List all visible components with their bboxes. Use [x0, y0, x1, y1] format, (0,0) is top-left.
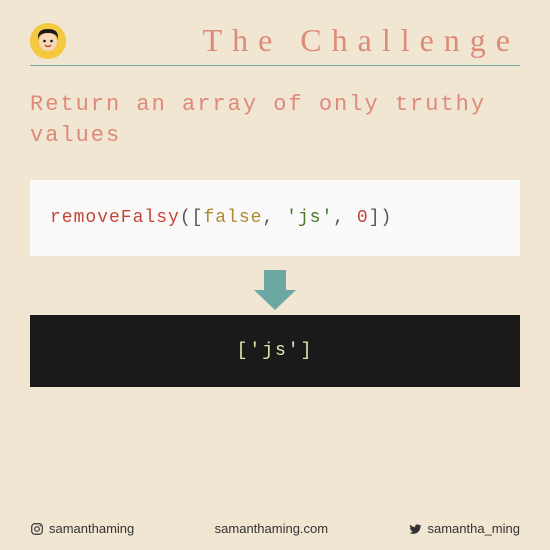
code-output-box: ['js']	[30, 315, 520, 387]
code-comma2: ,	[333, 208, 357, 228]
code-close-paren: )	[381, 208, 393, 228]
code-fn-name: removeFalsy	[50, 208, 180, 228]
header: The Challenge	[0, 0, 550, 65]
instagram-handle: samanthaming	[30, 521, 134, 536]
twitter-icon	[408, 522, 422, 536]
code-close-bracket: ]	[369, 208, 381, 228]
page-title: The Challenge	[86, 22, 520, 59]
code-open-bracket: [	[192, 208, 204, 228]
website-text: samanthaming.com	[215, 521, 328, 536]
code-comma1: ,	[262, 208, 286, 228]
code-arg1: false	[203, 208, 262, 228]
avatar	[30, 23, 66, 59]
code-arg3: 0	[357, 208, 369, 228]
instagram-icon	[30, 522, 44, 536]
code-input-box: removeFalsy([false, 'js', 0])	[30, 180, 520, 256]
twitter-handle: samantha_ming	[408, 521, 520, 536]
arrow-wrap	[0, 270, 550, 297]
arrow-down-icon	[264, 270, 286, 292]
footer: samanthaming samanthaming.com samantha_m…	[30, 521, 520, 536]
twitter-text: samantha_ming	[427, 521, 520, 536]
instagram-text: samanthaming	[49, 521, 134, 536]
code-arg2: 'js'	[286, 208, 333, 228]
divider	[30, 65, 520, 66]
code-open-paren: (	[180, 208, 192, 228]
subtitle: Return an array of only truthy values	[0, 90, 550, 152]
output-text: ['js']	[237, 341, 314, 361]
avatar-face-icon	[30, 23, 66, 59]
